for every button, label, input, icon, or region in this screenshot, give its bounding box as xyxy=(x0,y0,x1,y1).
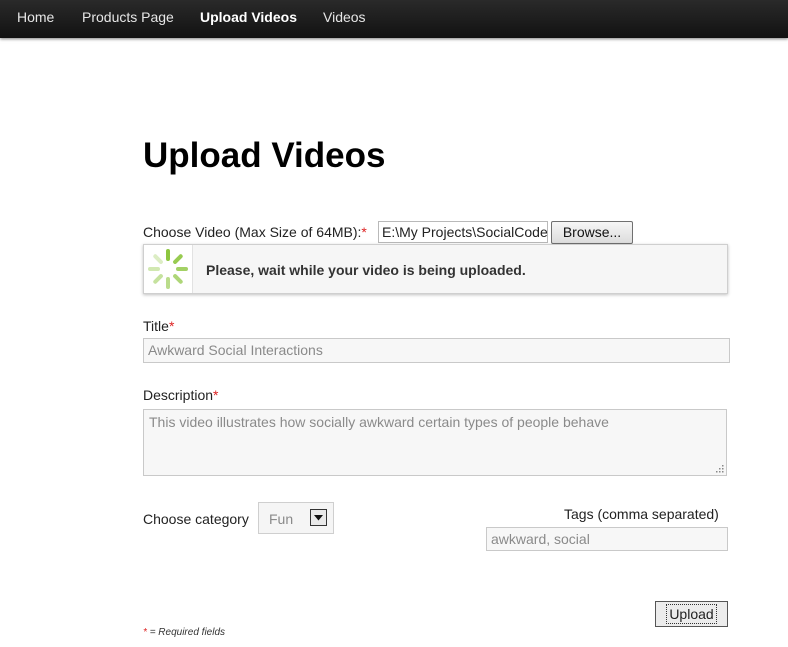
category-select[interactable]: Fun xyxy=(258,502,334,534)
resize-grip-icon[interactable] xyxy=(714,463,724,473)
required-mark: * xyxy=(361,224,367,240)
description-label: Description xyxy=(143,387,214,403)
video-label: Choose Video (Max Size of 64MB): xyxy=(143,224,362,240)
description-textarea[interactable]: This video illustrates how socially awkw… xyxy=(143,409,727,476)
category-label: Choose category xyxy=(143,511,249,527)
upload-status-text: Please, wait while your video is being u… xyxy=(206,262,526,278)
nav-item-home[interactable]: Home xyxy=(17,0,54,34)
chevron-down-icon xyxy=(314,515,323,521)
nav-item-products-page[interactable]: Products Page xyxy=(82,0,174,34)
description-label-wrap: Description* xyxy=(143,387,218,403)
upload-button[interactable]: Upload xyxy=(655,601,728,627)
nav-item-videos[interactable]: Videos xyxy=(323,0,366,34)
top-navbar: Home Products Page Upload Videos Videos xyxy=(0,0,788,38)
title-label-wrap: Title* xyxy=(143,318,174,334)
video-label-wrap: Choose Video (Max Size of 64MB):* xyxy=(143,224,367,240)
page-title: Upload Videos xyxy=(143,136,386,175)
upload-button-label: Upload xyxy=(666,604,717,624)
browse-button[interactable]: Browse... xyxy=(551,221,633,244)
title-label: Title xyxy=(143,318,169,334)
tags-label: Tags (comma separated) xyxy=(564,506,719,522)
required-mark: * xyxy=(143,627,147,638)
loading-spinner-icon xyxy=(148,249,188,289)
required-fields-note: * = Required fields xyxy=(143,627,225,638)
tags-input[interactable]: awkward, social xyxy=(486,527,728,551)
video-file-path-input[interactable]: E:\My Projects\SocialCoder xyxy=(378,221,548,243)
required-mark: * xyxy=(168,318,175,334)
title-input[interactable]: Awkward Social Interactions xyxy=(143,338,730,363)
category-selected-value: Fun xyxy=(269,511,294,527)
required-note-text: = Required fields xyxy=(149,627,226,638)
select-arrow-button[interactable] xyxy=(310,509,327,526)
required-mark: * xyxy=(213,387,219,403)
upload-status-panel: Please, wait while your video is being u… xyxy=(143,244,728,294)
nav-item-upload-videos[interactable]: Upload Videos xyxy=(200,0,297,34)
description-text: This video illustrates how socially awkw… xyxy=(149,414,609,430)
spinner-container xyxy=(144,245,193,293)
